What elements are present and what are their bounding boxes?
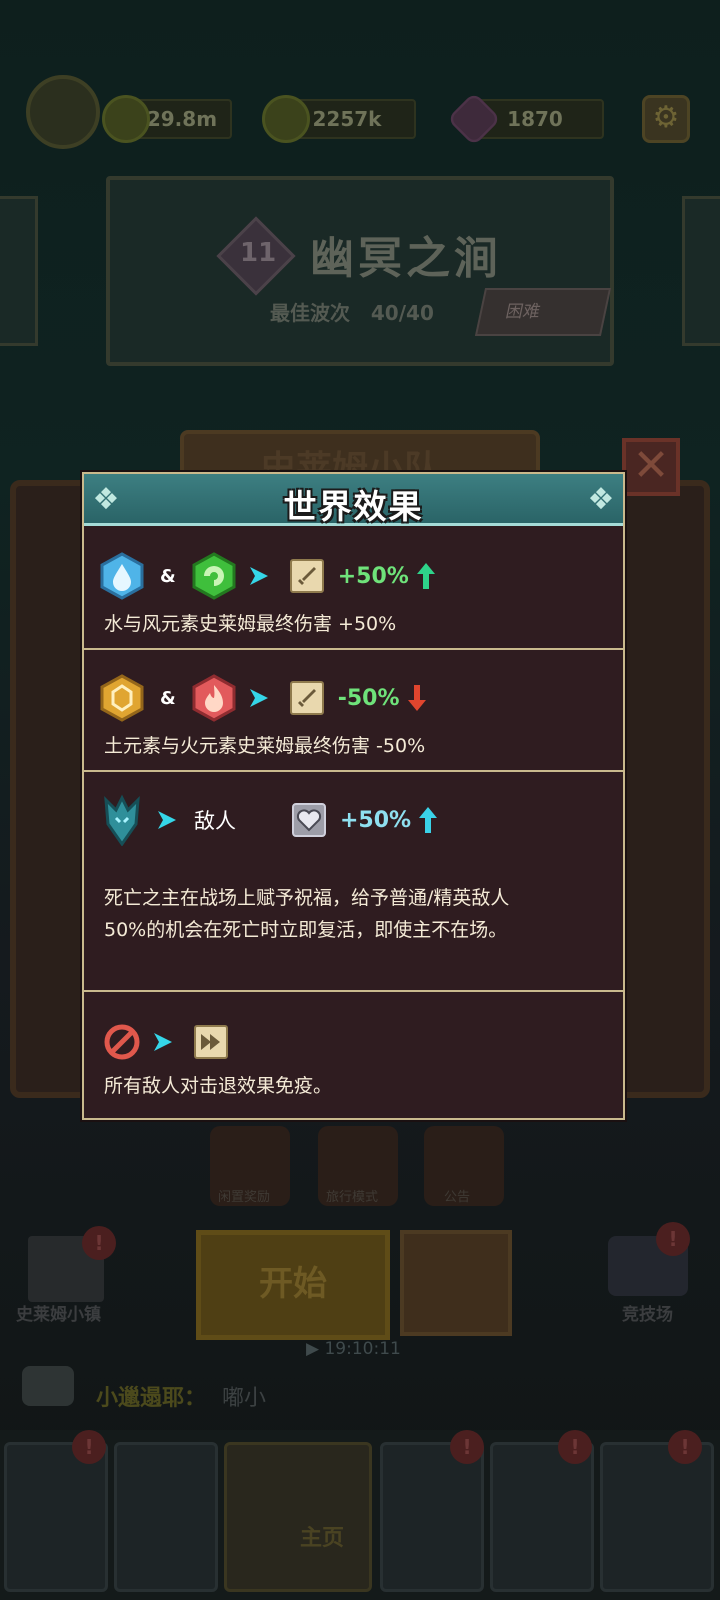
- settings-gear-icon[interactable]: ⚙: [642, 95, 690, 143]
- increase-arrow-icon: [416, 563, 435, 589]
- nav-heroes[interactable]: [4, 1442, 108, 1592]
- announcement-label: 公告: [444, 1190, 471, 1205]
- chat-message: 嘟小: [222, 1386, 267, 1411]
- world-effects-popup: ❖ ❖ 世界效果 & +50% 水与风元素史莱姆最终伤害 +50% & -50%…: [82, 472, 625, 1120]
- nav-equipment[interactable]: [490, 1442, 594, 1592]
- travel-mode-label: 旅行模式: [326, 1190, 379, 1205]
- effect-description: 死亡之主在战场上赋予祝福，给予普通/精英敌人 50%的机会在死亡时立即复活，即使…: [104, 887, 510, 941]
- effect-description: 所有敌人对击退效果免疫。: [104, 1075, 333, 1097]
- coin-icon: [262, 95, 310, 143]
- knockback-icon: [194, 1025, 228, 1059]
- effect-row-death-lord: 敌人 +50% 死亡之主在战场上赋予祝福，给予普通/精英敌人 50%的机会在死亡…: [84, 772, 623, 992]
- water-element-icon: [98, 552, 146, 600]
- alert-icon: !: [72, 1430, 106, 1464]
- wind-element-icon: [190, 552, 238, 600]
- popup-title: 世界效果: [283, 487, 424, 526]
- difficulty-button[interactable]: 困难: [474, 288, 612, 336]
- arrow-right-icon: [158, 811, 176, 829]
- effect-formula: [98, 1016, 228, 1068]
- slime-town-label: 史莱姆小镇: [16, 1305, 101, 1325]
- enemy-label: 敌人: [194, 809, 236, 833]
- idle-reward-label: 闲置奖励: [218, 1190, 271, 1205]
- power-stat: 129.8m: [102, 95, 232, 143]
- effect-formula: & -50%: [98, 672, 426, 724]
- alert-icon: !: [82, 1226, 116, 1260]
- alert-icon: !: [656, 1222, 690, 1256]
- alert-icon: !: [668, 1430, 702, 1464]
- death-lord-icon: [98, 794, 146, 846]
- arrow-right-icon: [154, 1033, 172, 1051]
- effect-value: +50%: [340, 807, 412, 833]
- effect-description: 水与风元素史莱姆最终伤害 +50%: [104, 613, 397, 635]
- nav-slimes[interactable]: [380, 1442, 484, 1592]
- next-stage-card[interactable]: [682, 196, 720, 346]
- chat-sender: 小邋遢耶：: [96, 1386, 207, 1411]
- stage-title: 幽冥之涧: [310, 233, 502, 284]
- bottom-nav: [0, 1430, 720, 1600]
- forbidden-icon: [98, 1018, 146, 1066]
- main-start-button[interactable]: 开始: [196, 1230, 390, 1340]
- close-icon[interactable]: ✕: [622, 438, 680, 496]
- top-status-bar: 129.8m 2257k 1870 ⚙: [0, 75, 720, 149]
- alert-icon: !: [450, 1430, 484, 1464]
- player-avatar[interactable]: [26, 75, 100, 149]
- effect-formula: & +50%: [98, 550, 435, 602]
- timer: ▶ 19:10:11: [306, 1339, 401, 1359]
- effect-value: +50%: [337, 563, 409, 589]
- fire-element-icon: [190, 674, 238, 722]
- revive-heart-icon: [292, 803, 326, 837]
- coins-stat[interactable]: 2257k: [262, 95, 416, 143]
- prev-stage-card[interactable]: [0, 196, 38, 346]
- gem-icon: [446, 91, 502, 147]
- nav-home[interactable]: [224, 1442, 372, 1592]
- effect-row-earth-fire: & -50% 土元素与火元素史莱姆最终伤害 -50%: [84, 650, 623, 772]
- arrow-right-icon: [249, 567, 268, 585]
- stage-card[interactable]: 11 幽冥之涧 最佳波次 40/40 困难: [106, 176, 614, 366]
- best-wave: 最佳波次 40/40: [270, 301, 434, 325]
- ampersand: &: [160, 565, 176, 587]
- sword-icon: [289, 681, 324, 715]
- power-icon: [102, 95, 150, 143]
- effect-description: 土元素与火元素史莱姆最终伤害 -50%: [104, 735, 426, 757]
- earth-element-icon: [98, 674, 146, 722]
- effect-row-knockback: 所有敌人对击退效果免疫。: [84, 992, 623, 1118]
- decrease-arrow-icon: [407, 685, 426, 711]
- effect-formula: 敌人 +50%: [98, 794, 438, 846]
- battle-shield-button[interactable]: [400, 1230, 512, 1336]
- popup-header: ❖ ❖ 世界效果: [84, 474, 623, 526]
- increase-arrow-icon: [419, 807, 438, 833]
- effect-row-water-wind: & +50% 水与风元素史莱姆最终伤害 +50%: [84, 528, 623, 650]
- arrow-right-icon: [249, 689, 268, 707]
- arena-label: 竞技场: [622, 1305, 673, 1325]
- chat-bubble-icon[interactable]: [22, 1366, 74, 1406]
- gems-stat[interactable]: 1870: [446, 91, 604, 147]
- nav-home-label: 主页: [300, 1526, 345, 1551]
- effect-value: -50%: [337, 685, 400, 711]
- alert-icon: !: [558, 1430, 592, 1464]
- nav-battle[interactable]: [600, 1442, 714, 1592]
- nav-runes[interactable]: [114, 1442, 218, 1592]
- ampersand: &: [160, 687, 176, 709]
- stage-number: 11: [240, 238, 277, 268]
- sword-icon: [289, 559, 324, 593]
